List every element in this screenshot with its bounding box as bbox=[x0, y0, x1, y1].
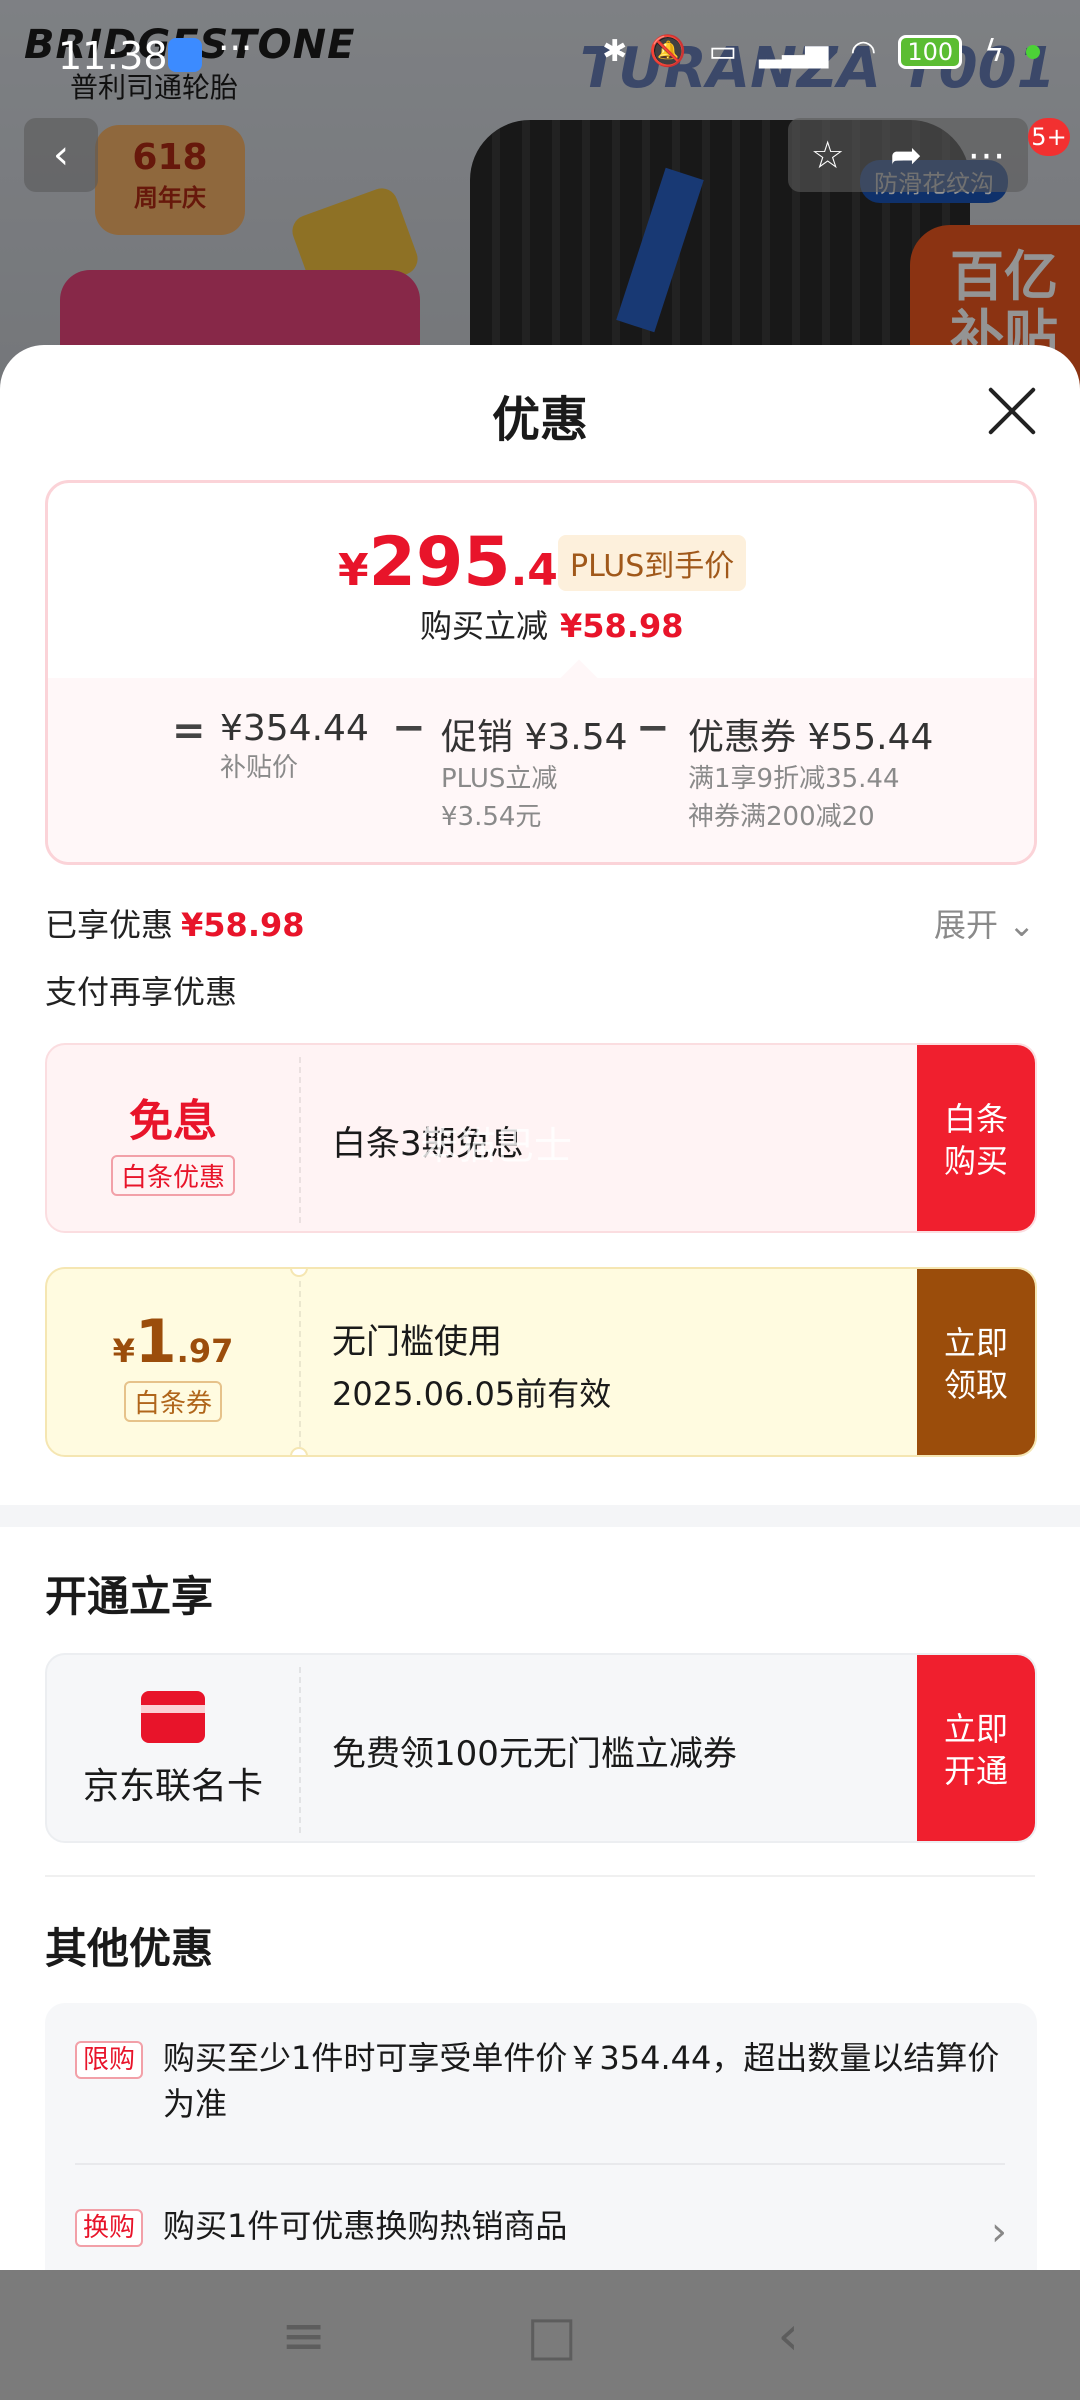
active-dot-icon bbox=[1026, 44, 1040, 59]
back-icon[interactable]: ‹ bbox=[777, 2304, 799, 2367]
expand-button[interactable]: 展开 ⌄ bbox=[934, 900, 1035, 946]
card-offer-text: 免费领100元无门槛立减券 bbox=[332, 1733, 737, 1774]
coupon-condition: 无门槛使用 bbox=[332, 1321, 502, 1362]
limit-tag: 限购 bbox=[75, 2041, 144, 2079]
other-offers-list: 限购 购买至少1件时可享受单件价￥354.44，超出数量以结算价为准 换购 购买… bbox=[45, 2003, 1037, 2270]
plus-price-tag: PLUS到手价 bbox=[558, 535, 747, 591]
baitiao-coupon-offer: ¥ 1 .97 白条券 无门槛使用 2025.06.05前有效 立即 领取 bbox=[45, 1267, 1037, 1457]
coupon-block: 优惠券 ¥55.44 满1享9折减35.44 神券满200减20 bbox=[688, 717, 934, 832]
claim-coupon-button[interactable]: 立即 领取 bbox=[917, 1269, 1035, 1455]
sheet-title: 优惠 bbox=[491, 392, 588, 448]
final-price: ¥ 295 .46 bbox=[338, 523, 589, 602]
promo-block: 促销 ¥3.54 PLUS立减 ¥3.54元 bbox=[441, 717, 628, 832]
home-icon[interactable]: □ bbox=[526, 2304, 577, 2367]
co-branded-card-offer: 京东联名卡 免费领100元无门槛立减券 立即 开通 bbox=[45, 1653, 1037, 1843]
signal-icon: ▂▃▅ bbox=[758, 34, 829, 69]
coupon-amount: ¥ 1 .97 bbox=[112, 1306, 234, 1377]
laptop-icon: ▭ bbox=[708, 34, 737, 69]
section-separator bbox=[0, 1505, 1080, 1527]
chevron-down-icon: ⌄ bbox=[1008, 906, 1035, 944]
other-section-title: 其他优惠 bbox=[45, 1924, 214, 1973]
discount-sheet: 优惠 ¥ 295 .46 PLUS到手价 购买立减 ¥58.98 = ¥354.4… bbox=[0, 345, 1080, 2270]
status-bar: 11:38 ··· ✱ 🔕 ▭ ▂▃▅ ◠ 100 ϟ bbox=[0, 0, 1080, 110]
more-notifications-icon: ··· bbox=[218, 28, 253, 69]
share-icon[interactable]: ➦ bbox=[890, 133, 922, 177]
list-item: 限购 购买至少1件时可享受单件价￥354.44，超出数量以结算价为准 bbox=[75, 2035, 1005, 2127]
price-card: ¥ 295 .46 PLUS到手价 购买立减 ¥58.98 = ¥354.44 补… bbox=[45, 480, 1037, 865]
trade-in-text: 购买1件可优惠换购热销商品 bbox=[163, 2207, 568, 2245]
charging-icon: ϟ bbox=[984, 34, 1004, 69]
trade-in-tag: 换购 bbox=[75, 2209, 144, 2247]
baitiao-buy-button[interactable]: 白条 购买 bbox=[917, 1045, 1035, 1231]
watermark: 笨猫巴士 bbox=[420, 1124, 573, 1168]
wifi-icon: ◠ bbox=[850, 34, 877, 69]
bluetooth-icon: ✱ bbox=[602, 34, 628, 69]
minus-sign: − bbox=[392, 705, 426, 751]
more-icon[interactable]: ⋯ bbox=[967, 133, 1005, 177]
back-button[interactable]: ‹ bbox=[24, 118, 98, 192]
battery-icon: 100 bbox=[898, 34, 963, 69]
pay-more-label: 支付再享优惠 bbox=[45, 973, 238, 1011]
minus-sign: − bbox=[636, 705, 670, 751]
chevron-left-icon: ‹ bbox=[53, 132, 69, 178]
system-nav-bar: ≡ □ ‹ bbox=[0, 2270, 1080, 2400]
equals-sign: = bbox=[172, 708, 206, 754]
app-notification-icon bbox=[168, 38, 202, 72]
open-card-button[interactable]: 立即 开通 bbox=[917, 1655, 1035, 1841]
interest-free-label: 免息 bbox=[129, 1095, 217, 1147]
instant-discount: 购买立减 ¥58.98 bbox=[420, 607, 684, 645]
divider bbox=[45, 1875, 1035, 1877]
credit-card-icon bbox=[141, 1691, 205, 1743]
top-action-group: ☆ ➦ ⋯ bbox=[788, 118, 1028, 192]
mute-icon: 🔕 bbox=[649, 34, 687, 69]
chevron-right-icon[interactable]: › bbox=[991, 2209, 1007, 2255]
coupon-tag: 白条券 bbox=[123, 1380, 222, 1422]
card-label: 京东联名卡 bbox=[82, 1766, 263, 1807]
trade-in-row[interactable]: 换购 购买1件可优惠换购热销商品 bbox=[75, 2203, 1005, 2249]
star-icon[interactable]: ☆ bbox=[811, 133, 845, 177]
enjoyed-discount: 已享优惠 ¥58.98 bbox=[45, 906, 305, 944]
open-section-title: 开通立享 bbox=[45, 1572, 214, 1621]
subsidy-price-block: ¥354.44 补贴价 bbox=[220, 708, 369, 783]
limit-text: 购买至少1件时可享受单件价￥354.44，超出数量以结算价为准 bbox=[163, 2039, 1000, 2123]
cart-count-badge: 5+ bbox=[1028, 118, 1070, 156]
close-icon[interactable] bbox=[986, 385, 1038, 437]
menu-icon[interactable]: ≡ bbox=[281, 2304, 326, 2367]
coupon-expiry: 2025.06.05前有效 bbox=[332, 1374, 612, 1413]
baitiao-tag: 白条优惠 bbox=[110, 1154, 235, 1196]
status-time: 11:38 bbox=[58, 34, 168, 78]
